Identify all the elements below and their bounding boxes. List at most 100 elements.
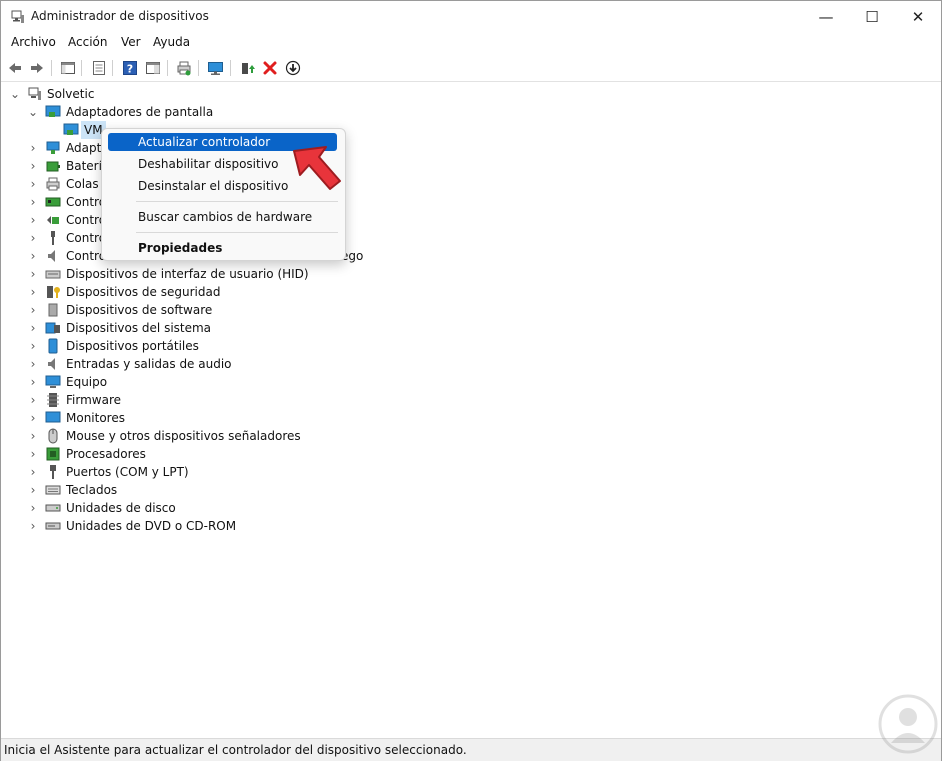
network-adapter-icon [46,141,60,154]
disk-drive-icon [45,504,61,512]
chevron-right-icon[interactable]: › [27,499,39,517]
category-puertos[interactable]: Puertos (COM y LPT) [66,463,189,481]
display-adapter-icon [63,123,79,135]
chevron-right-icon[interactable]: › [27,409,39,427]
show-hide-console-tree-button[interactable] [58,58,78,78]
firmware-chip-icon [47,393,59,407]
category-adaptadores-red[interactable]: Adapt [66,139,101,157]
category-software[interactable]: Dispositivos de software [66,301,212,319]
device-manager-icon [11,10,24,23]
toolbar-separator [198,60,199,76]
chevron-right-icon[interactable]: › [27,427,39,445]
toolbar: ? [1,55,941,82]
chevron-right-icon[interactable]: › [27,265,39,283]
category-colas-impresion[interactable]: Colas [66,175,99,193]
forward-button[interactable] [27,58,47,78]
chevron-right-icon[interactable]: › [27,319,39,337]
menu-buscar-cambios[interactable]: Buscar cambios de hardware [108,208,337,226]
monitor-scan-icon [208,62,223,75]
svg-text:?: ? [127,63,133,76]
ide-controller-icon [45,197,61,207]
chevron-right-icon[interactable]: › [27,445,39,463]
menu-separator [136,201,338,202]
chevron-right-icon[interactable]: › [27,373,39,391]
chevron-down-icon[interactable]: ⌄ [9,85,21,103]
category-monitores[interactable]: Monitores [66,409,125,427]
category-audio[interactable]: Entradas y salidas de audio [66,355,232,373]
help-icon: ? [123,61,137,76]
minimize-icon: — [818,7,834,26]
chevron-right-icon[interactable]: › [27,283,39,301]
uninstall-device-button[interactable] [260,58,280,78]
chevron-down-icon[interactable]: ⌄ [27,103,39,121]
monitor-icon [45,411,61,423]
category-dvd[interactable]: Unidades de DVD o CD-ROM [66,517,236,535]
chevron-right-icon[interactable]: › [27,355,39,373]
chevron-right-icon[interactable]: › [27,139,39,157]
minimize-button[interactable]: — [803,1,849,32]
mouse-icon [48,428,58,444]
usb-icon [51,231,55,245]
update-driver-icon [242,63,255,74]
status-bar: Inicia el Asistente para actualizar el c… [1,738,941,761]
chevron-right-icon[interactable]: › [27,463,39,481]
chevron-right-icon[interactable]: › [27,229,39,247]
category-portatiles[interactable]: Dispositivos portátiles [66,337,199,355]
chevron-right-icon[interactable]: › [27,301,39,319]
install-download-button[interactable] [283,58,303,78]
chevron-right-icon[interactable]: › [27,517,39,535]
category-hid[interactable]: Dispositivos de interfaz de usuario (HID… [66,265,309,283]
title-bar: Administrador de dispositivos — ☐ ✕ [1,1,941,32]
chevron-right-icon[interactable]: › [27,391,39,409]
back-button[interactable] [5,58,25,78]
maximize-icon: ☐ [865,7,879,26]
status-text: Inicia el Asistente para actualizar el c… [4,743,467,757]
computer-icon [28,87,41,100]
action-pane-button[interactable] [143,58,163,78]
menu-propiedades[interactable]: Propiedades [108,239,337,257]
chevron-right-icon[interactable]: › [27,193,39,211]
toolbar-separator [230,60,231,76]
battery-icon [46,161,60,172]
menu-separator [136,232,338,233]
category-seguridad[interactable]: Dispositivos de seguridad [66,283,220,301]
chevron-right-icon[interactable]: › [27,337,39,355]
menu-archivo[interactable]: Archivo [11,35,56,49]
menu-ayuda[interactable]: Ayuda [153,35,190,49]
console-tree-icon [61,62,75,74]
menu-ver[interactable]: Ver [121,35,141,49]
port-icon [50,465,56,479]
toolbar-separator [112,60,113,76]
chevron-right-icon[interactable]: › [27,247,39,265]
menu-bar: Archivo Acción Ver Ayuda [1,32,941,54]
print-button[interactable] [174,58,194,78]
security-key-icon [47,286,60,298]
chevron-right-icon[interactable]: › [27,211,39,229]
scan-hardware-button[interactable] [206,58,226,78]
category-discos[interactable]: Unidades de disco [66,499,176,517]
category-procesadores[interactable]: Procesadores [66,445,146,463]
dvd-drive-icon [45,522,61,530]
maximize-button[interactable]: ☐ [849,1,895,32]
category-equipo[interactable]: Equipo [66,373,107,391]
category-sistema[interactable]: Dispositivos del sistema [66,319,211,337]
tree-root-label[interactable]: Solvetic [47,85,94,103]
chevron-right-icon[interactable]: › [27,175,39,193]
toolbar-separator [167,60,168,76]
category-mouse[interactable]: Mouse y otros dispositivos señaladores [66,427,301,445]
red-x-icon [263,61,277,75]
arrow-left-icon [9,63,21,73]
update-driver-button[interactable] [237,58,257,78]
chevron-right-icon[interactable]: › [27,481,39,499]
help-button[interactable]: ? [120,58,140,78]
audio-io-icon [48,358,55,370]
processor-icon [46,447,60,461]
close-button[interactable]: ✕ [895,1,941,32]
software-device-icon [48,303,58,317]
properties-toolbar-button[interactable] [89,58,109,78]
category-firmware[interactable]: Firmware [66,391,121,409]
category-adaptadores-pantalla[interactable]: Adaptadores de pantalla [66,103,213,121]
category-teclados[interactable]: Teclados [66,481,117,499]
chevron-right-icon[interactable]: › [27,157,39,175]
menu-accion[interactable]: Acción [68,35,107,49]
